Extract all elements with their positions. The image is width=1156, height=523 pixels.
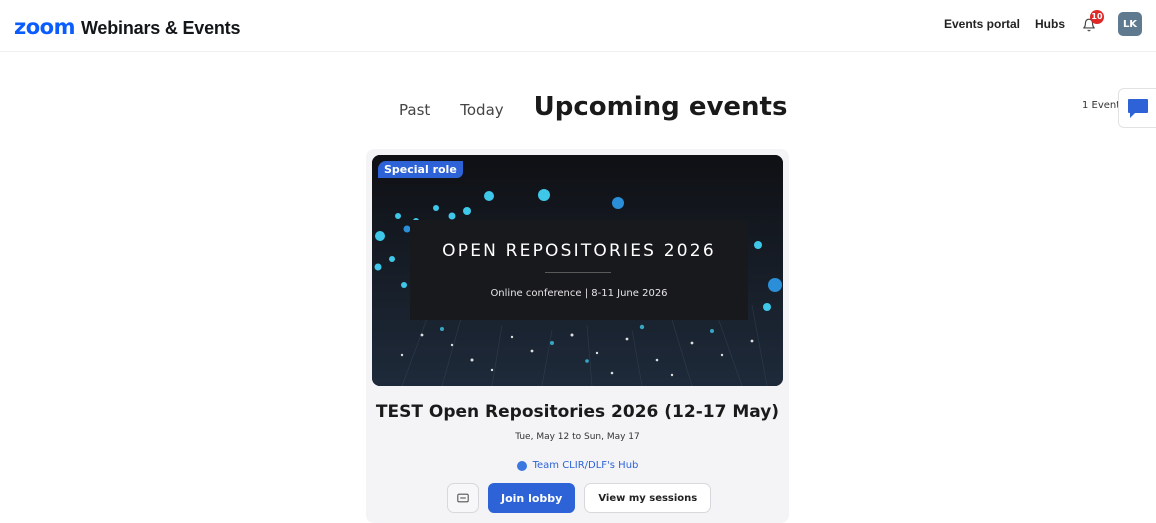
event-count: 1 Event [1082, 100, 1121, 111]
event-banner[interactable]: Special role OPEN REPOSITORIES 2026 Onli… [372, 155, 783, 386]
events-portal-link[interactable]: Events portal [944, 17, 1020, 31]
brand-logo[interactable]: zoom Webinars & Events [14, 15, 240, 39]
banner-title-box: OPEN REPOSITORIES 2026 Online conference… [410, 220, 748, 320]
hubs-link[interactable]: Hubs [1035, 17, 1065, 31]
ticket-icon [457, 493, 469, 503]
special-role-badge: Special role [378, 161, 463, 178]
banner-heading: OPEN REPOSITORIES 2026 [442, 241, 716, 261]
ticket-button[interactable] [447, 483, 479, 513]
chat-bubble-icon [1127, 99, 1148, 118]
view-sessions-button[interactable]: View my sessions [584, 483, 712, 513]
top-header: zoom Webinars & Events Events portal Hub… [0, 0, 1156, 52]
banner-divider [545, 272, 611, 273]
hub-globe-icon [516, 460, 527, 471]
user-avatar[interactable]: LK [1118, 12, 1142, 36]
event-dates: Tue, May 12 to Sun, May 17 [515, 432, 640, 442]
product-name: Webinars & Events [80, 18, 241, 38]
header-nav: Events portal Hubs 10 LK [944, 10, 1142, 36]
join-lobby-button[interactable]: Join lobby [488, 483, 576, 513]
banner-subheading: Online conference | 8-11 June 2026 [490, 288, 668, 299]
chat-button[interactable] [1118, 88, 1156, 128]
event-card[interactable]: Special role OPEN REPOSITORIES 2026 Onli… [366, 149, 789, 523]
tab-today[interactable]: Today [460, 101, 503, 119]
event-title[interactable]: TEST Open Repositories 2026 (12-17 May) [366, 402, 789, 422]
zoom-logo: zoom [14, 15, 75, 39]
notifications-button[interactable]: 10 [1080, 10, 1104, 36]
hub-name: Team CLIR/DLF's Hub [532, 460, 639, 471]
notification-count-badge: 10 [1090, 10, 1104, 24]
event-actions: Join lobby View my sessions [447, 483, 712, 513]
tab-upcoming[interactable]: Upcoming events [534, 92, 788, 122]
tab-past[interactable]: Past [399, 101, 430, 119]
hub-link[interactable]: Team CLIR/DLF's Hub [366, 460, 789, 471]
event-tabs: Past Today Upcoming events [399, 92, 787, 122]
